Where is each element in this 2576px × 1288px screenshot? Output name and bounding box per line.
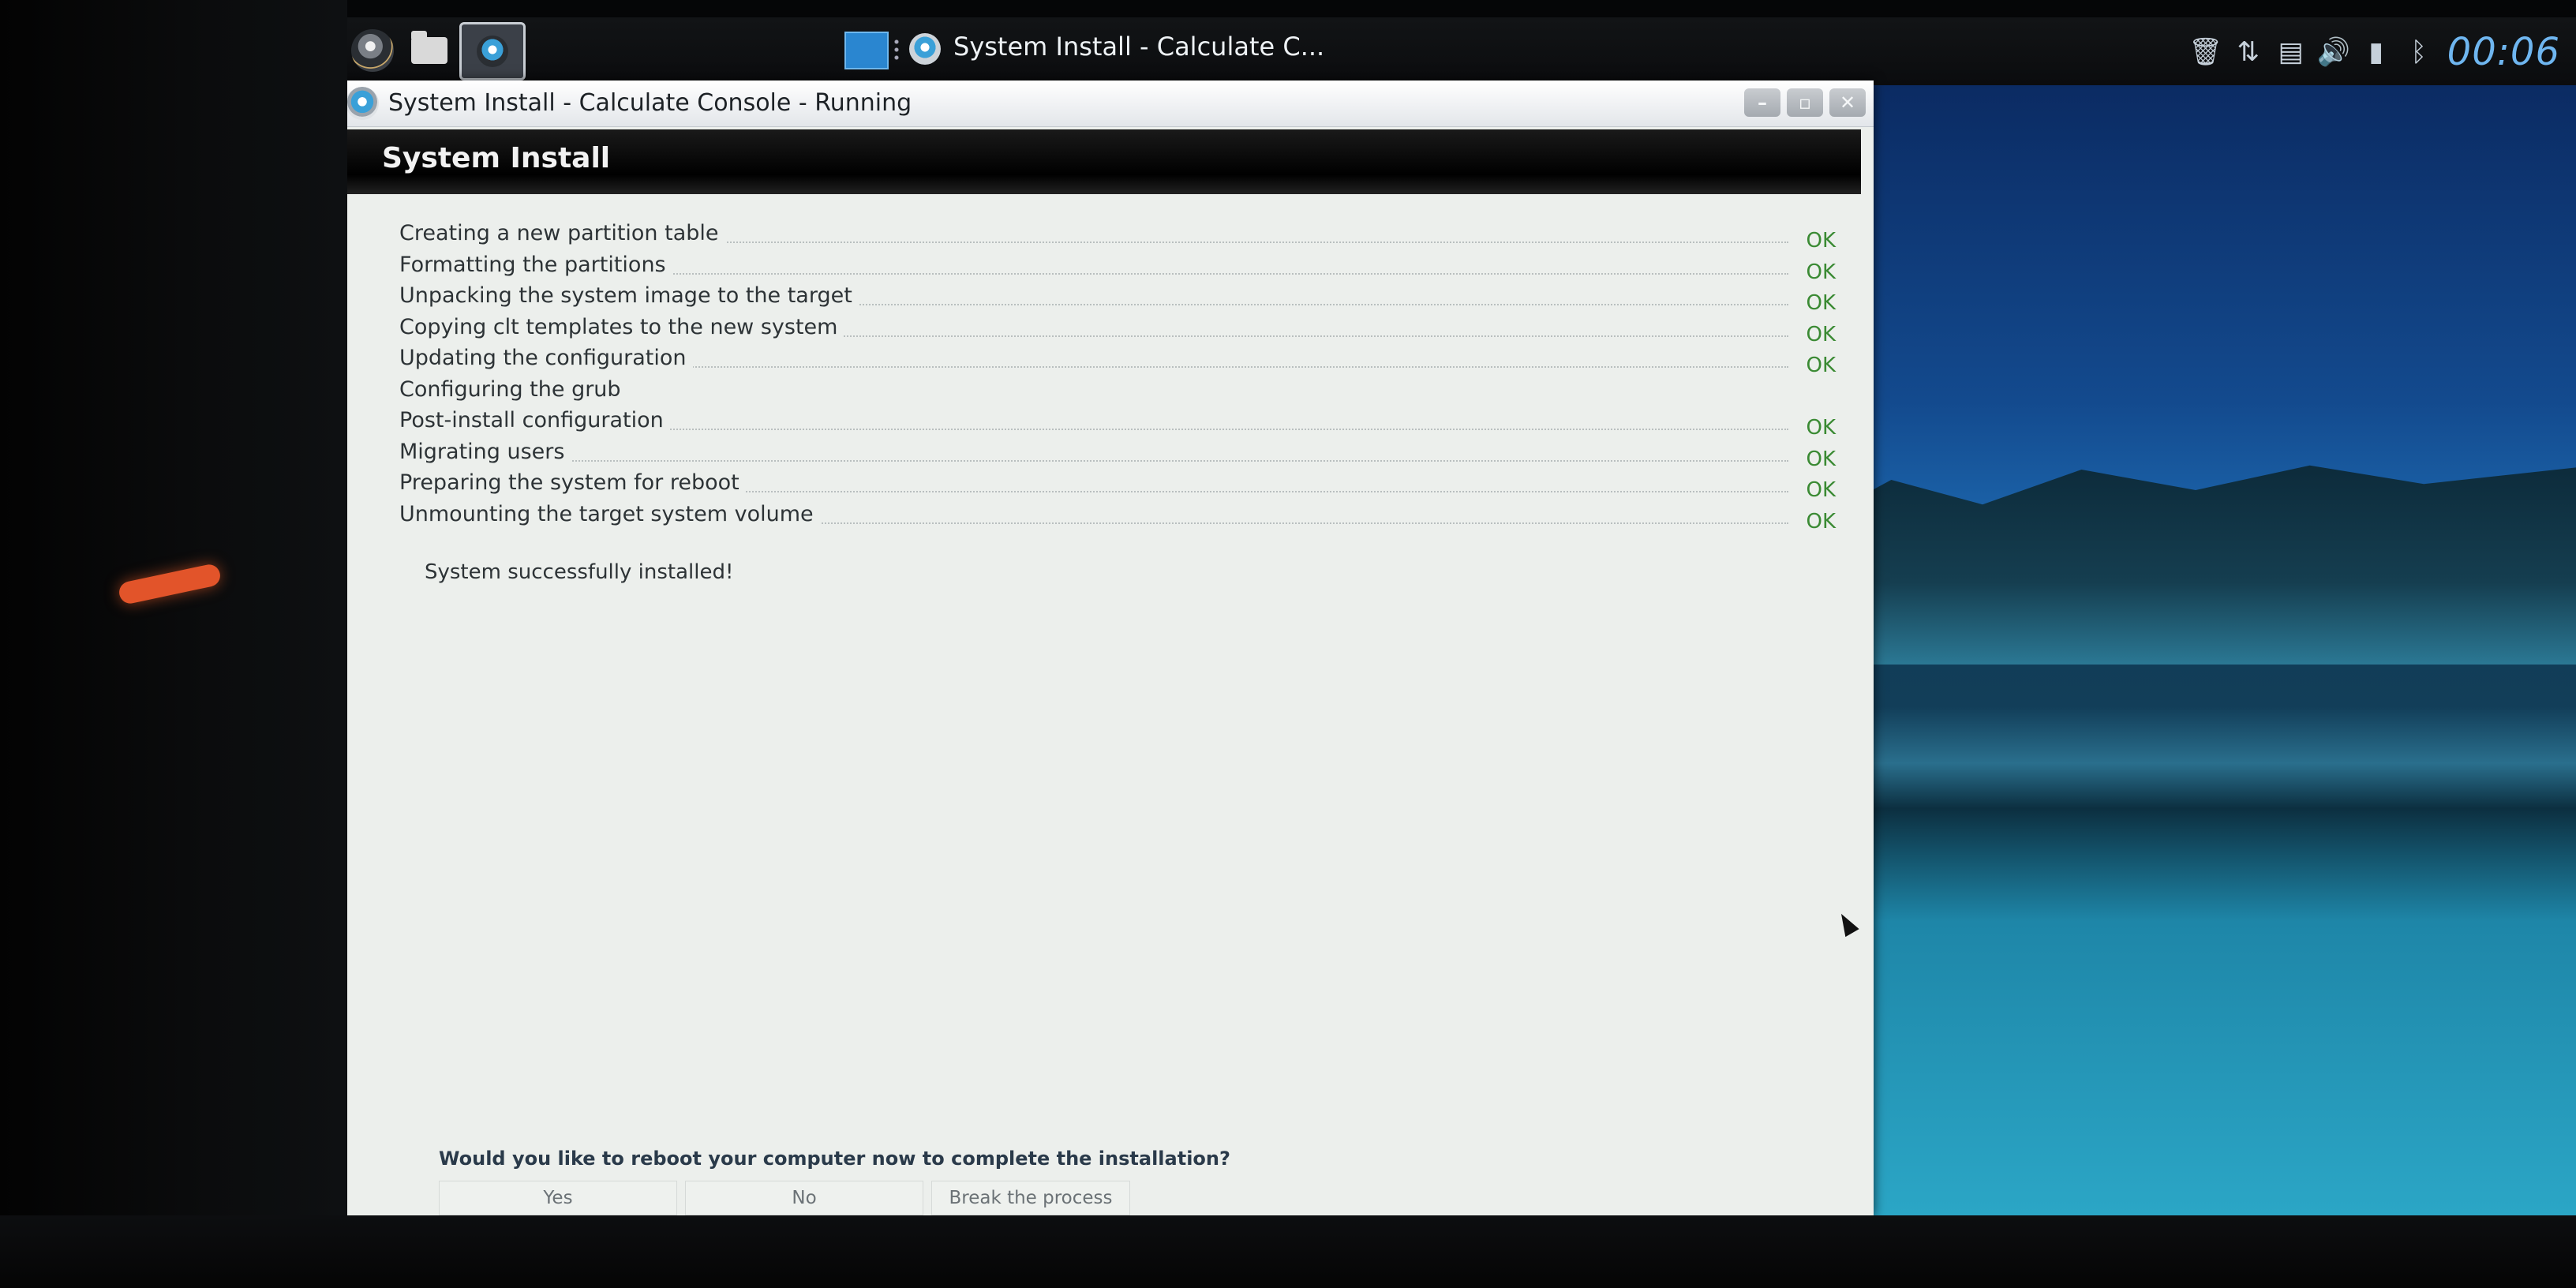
log-step-label: Migrating users <box>399 439 571 464</box>
taskbar-handle[interactable] <box>893 38 900 62</box>
clock[interactable]: 00:06 <box>2447 30 2560 74</box>
log-step-label: Creating a new partition table <box>399 221 725 245</box>
battery-icon[interactable]: ▮ <box>2362 35 2391 69</box>
log-step-status: OK <box>1806 291 1836 315</box>
window-titlebar[interactable]: System Install - Calculate Console - Run… <box>347 80 1874 127</box>
taskbar-task-title[interactable]: System Install - Calculate C... <box>953 32 1324 62</box>
log-row: Migrating users OK <box>399 439 1836 471</box>
calculate-app-icon <box>347 87 379 120</box>
taskbar: System Install - Calculate C... 🗑 ⇅ ▤ 🔊 … <box>347 17 2576 85</box>
log-step-label: Preparing the system for reboot <box>399 470 746 495</box>
screen: System Install - Calculate C... 🗑 ⇅ ▤ 🔊 … <box>347 17 2576 1215</box>
log-step-label: Unpacking the system image to the target <box>399 283 859 308</box>
log-row: Unmounting the target system volume OK <box>399 501 1836 534</box>
log-row: Configuring the grub <box>399 376 1836 409</box>
close-button[interactable]: ✕ <box>1829 88 1866 117</box>
no-button[interactable]: No <box>685 1181 923 1215</box>
page-title: System Install <box>382 142 611 174</box>
install-log: Creating a new partition table OK Format… <box>399 221 1836 534</box>
log-step-status: OK <box>1806 260 1836 284</box>
log-step-status: OK <box>1806 509 1836 534</box>
clipboard-icon[interactable]: ▤ <box>2277 35 2305 69</box>
file-manager-icon[interactable] <box>404 25 455 76</box>
log-step-label: Post-install configuration <box>399 408 670 432</box>
reboot-buttons: Yes No Break the process <box>439 1181 1130 1215</box>
log-row: Unpacking the system image to the target… <box>399 283 1836 315</box>
break-process-button[interactable]: Break the process <box>931 1181 1130 1215</box>
log-step-status: OK <box>1806 322 1836 346</box>
log-row: Copying clt templates to the new system … <box>399 314 1836 346</box>
log-step-status: OK <box>1806 416 1836 440</box>
maximize-button[interactable]: ▫ <box>1787 88 1823 117</box>
log-step-label: Updating the configuration <box>399 346 693 370</box>
network-updown-icon[interactable]: ⇅ <box>2234 35 2263 69</box>
trash-icon[interactable]: 🗑 <box>2188 35 2222 69</box>
log-step-label: Unmounting the target system volume <box>399 501 820 526</box>
task-app-icon <box>909 33 941 65</box>
log-row: Formatting the partitions OK <box>399 252 1836 284</box>
page-header: System Install <box>347 129 1861 194</box>
log-step-status: OK <box>1806 354 1836 377</box>
monitor-bezel-left <box>0 0 347 1288</box>
log-step-label: Formatting the partitions <box>399 252 672 277</box>
log-row: Preparing the system for reboot OK <box>399 470 1836 502</box>
yes-button[interactable]: Yes <box>439 1181 677 1215</box>
log-row: Creating a new partition table OK <box>399 221 1836 253</box>
volume-icon[interactable]: 🔊 <box>2317 35 2350 69</box>
minimize-button[interactable]: – <box>1744 88 1780 117</box>
log-step-status: OK <box>1806 447 1836 471</box>
app-launcher-icon[interactable] <box>347 25 398 76</box>
system-tray: 🗑 ⇅ ▤ 🔊 ▮ ᛒ 00:06 <box>2188 28 2560 76</box>
bluetooth-icon[interactable]: ᛒ <box>2405 35 2433 69</box>
log-row: Post-install configuration OK <box>399 408 1836 440</box>
reboot-question: Would you like to reboot your computer n… <box>439 1148 1230 1170</box>
install-complete-message: System successfully installed! <box>425 560 734 584</box>
window-controls: – ▫ ✕ <box>1744 88 1866 117</box>
monitor-bezel-bottom <box>0 1215 2576 1288</box>
log-step-status: OK <box>1806 229 1836 253</box>
log-row: Updating the configuration OK <box>399 346 1836 377</box>
calculate-console-launcher-icon[interactable] <box>459 22 526 80</box>
log-step-label: Configuring the grub <box>399 376 627 402</box>
system-install-window: System Install - Calculate Console - Run… <box>347 80 1874 1215</box>
desktop-pager[interactable] <box>844 32 889 69</box>
log-step-label: Copying clt templates to the new system <box>399 314 844 339</box>
window-title: System Install - Calculate Console - Run… <box>388 89 912 117</box>
log-step-status: OK <box>1806 478 1836 502</box>
